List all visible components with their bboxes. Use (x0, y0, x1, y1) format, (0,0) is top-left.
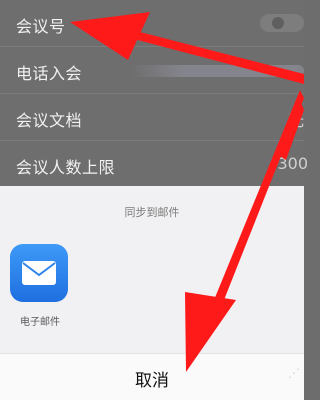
redacted-value (130, 65, 304, 77)
row-meeting-number[interactable]: 会议号 (0, 0, 304, 47)
row-value: 300 (277, 154, 308, 173)
toggle-knob (272, 17, 284, 29)
row-label: 会议号 (16, 17, 66, 36)
watermark-icon: ⋰ (288, 366, 300, 380)
share-sheet: 同步到邮件 电子邮件 (0, 186, 304, 353)
row-participant-limit[interactable]: 会议人数上限 300 (0, 141, 308, 187)
cancel-button[interactable]: 取消 ⋰ (0, 353, 304, 400)
settings-list: 会议号 电话入会 会议文档 无 会议人数上限 300 (0, 0, 308, 187)
share-sheet-title: 同步到邮件 (124, 206, 180, 219)
row-meeting-docs[interactable]: 会议文档 无 (0, 94, 304, 141)
mail-icon (22, 261, 56, 285)
row-label: 会议文档 (16, 111, 83, 130)
row-value: 无 (287, 111, 304, 130)
toggle-switch[interactable] (260, 14, 304, 32)
row-label: 会议人数上限 (16, 158, 116, 177)
mail-app-label: 电子邮件 (20, 317, 60, 328)
cancel-label: 取消 (135, 371, 169, 391)
row-phone-join[interactable]: 电话入会 (0, 47, 304, 94)
mail-app-button[interactable] (10, 244, 68, 302)
row-label: 电话入会 (16, 64, 83, 83)
